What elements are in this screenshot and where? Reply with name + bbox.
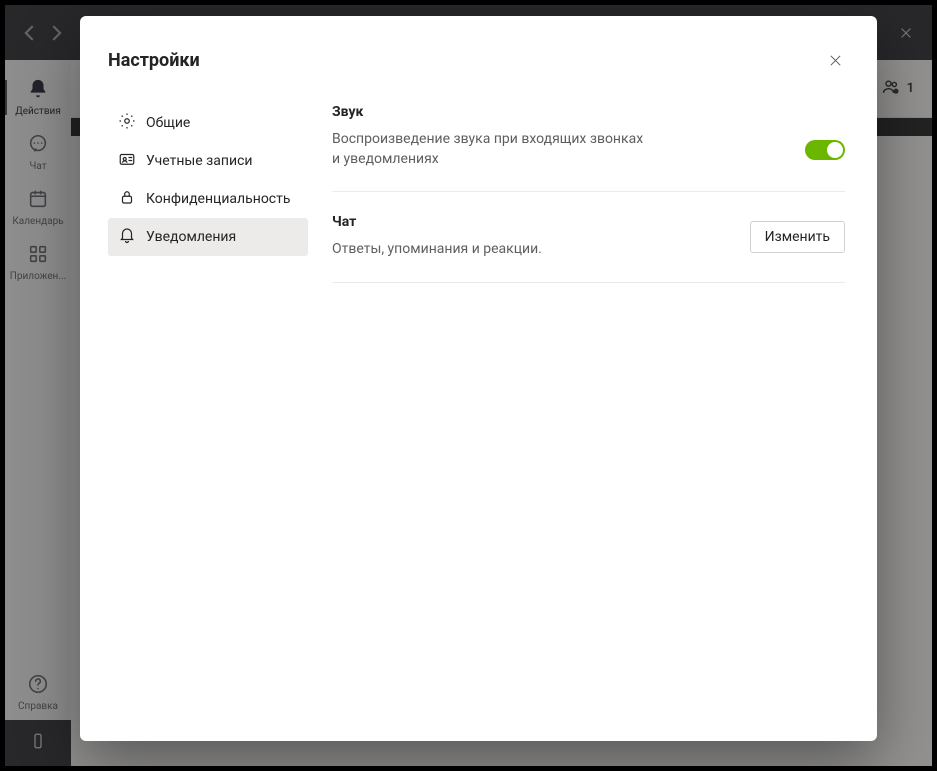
settings-nav-accounts[interactable]: Учетные записи — [108, 142, 308, 180]
section-chat: Чат Ответы, упоминания и реакции. Измени… — [332, 214, 845, 283]
nav-label: Уведомления — [146, 229, 236, 245]
sound-desc: Воспроизведение звука при входящих звонк… — [332, 130, 652, 169]
nav-label: Общие — [146, 115, 190, 131]
settings-nav-privacy[interactable]: Конфиденциальность — [108, 180, 308, 218]
bell-icon — [118, 226, 136, 248]
lock-icon — [118, 188, 136, 210]
sound-toggle[interactable] — [805, 140, 845, 160]
nav-label: Учетные записи — [146, 153, 252, 169]
gear-icon — [118, 112, 136, 134]
section-title: Звук — [332, 104, 845, 120]
section-sound: Звук Воспроизведение звука при входящих … — [332, 104, 845, 192]
modal-close-button[interactable] — [821, 46, 849, 74]
modal-title: Настройки — [108, 50, 200, 71]
settings-nav: Общие Учетные записи Конфиденциальность … — [108, 104, 308, 721]
section-title: Чат — [332, 214, 542, 230]
settings-nav-notifications[interactable]: Уведомления — [108, 218, 308, 256]
id-card-icon — [118, 150, 136, 172]
settings-nav-general[interactable]: Общие — [108, 104, 308, 142]
chat-edit-button[interactable]: Изменить — [750, 221, 845, 253]
settings-modal: Настройки Общие Учетные записи — [80, 16, 877, 741]
nav-label: Конфиденциальность — [146, 191, 290, 207]
chat-desc: Ответы, упоминания и реакции. — [332, 240, 542, 260]
settings-content: Звук Воспроизведение звука при входящих … — [308, 104, 849, 721]
